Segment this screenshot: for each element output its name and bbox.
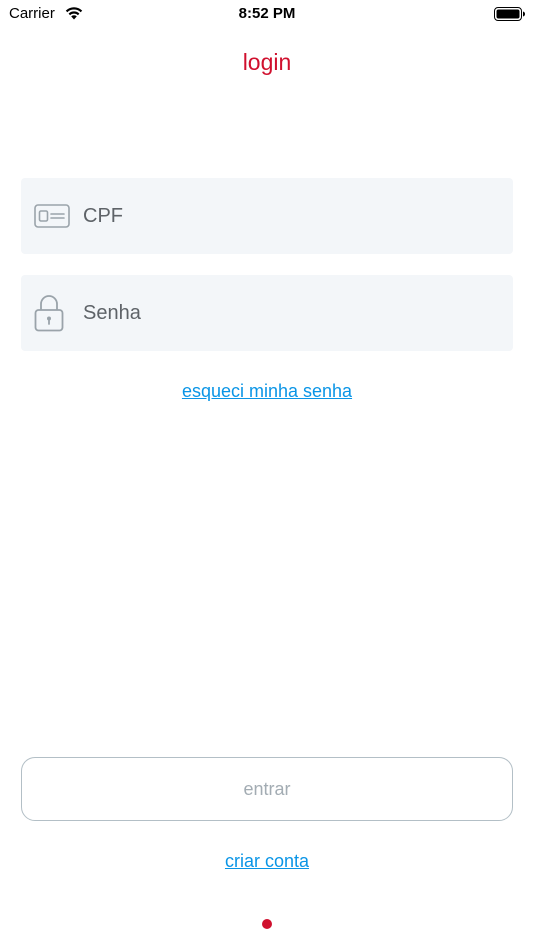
page-title: login (242, 49, 292, 75)
lock-icon (34, 295, 64, 332)
create-account-link[interactable]: criar conta (0, 851, 534, 872)
page-indicator-dot (262, 919, 272, 929)
cpf-input[interactable] (83, 178, 503, 254)
id-card-icon (34, 204, 70, 228)
forgot-password-link[interactable]: esqueci minha senha (0, 381, 534, 402)
login-screen: Carrier 8:52 PM login esq (0, 0, 534, 950)
password-field[interactable] (21, 275, 513, 351)
status-time: 8:52 PM (238, 5, 296, 22)
password-input[interactable] (83, 275, 503, 351)
cpf-field[interactable] (21, 178, 513, 254)
status-bar: Carrier 8:52 PM (0, 0, 534, 28)
battery-icon (494, 7, 525, 21)
enter-button[interactable]: entrar (21, 757, 513, 821)
